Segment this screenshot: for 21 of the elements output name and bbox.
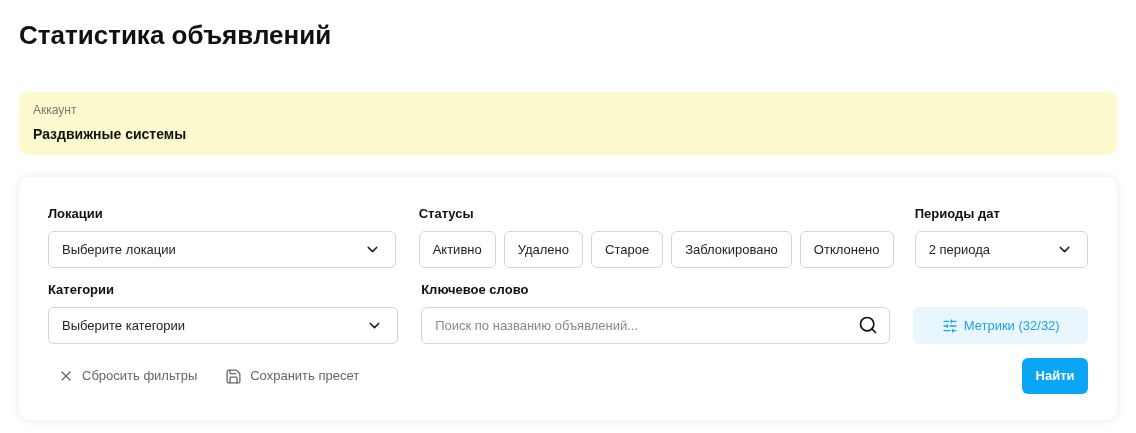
field-label: Локации — [48, 206, 104, 222]
account-label: Аккаунт — [33, 102, 77, 118]
field-label: Периоды дат — [914, 206, 1001, 222]
locations-select[interactable]: Выберите локации — [48, 231, 396, 268]
account-name: Раздвижные системы — [33, 125, 187, 144]
status-toggle[interactable]: Старое — [591, 231, 664, 268]
reset-filters-button[interactable]: Сбросить фильтры — [58, 366, 198, 386]
field-label: Статусы — [418, 206, 475, 222]
status-toggle[interactable]: Активно — [418, 231, 496, 268]
search-icon — [858, 315, 879, 335]
save-preset-button[interactable]: Сохранить пресет — [225, 366, 360, 386]
status-toggle[interactable]: Удалено — [503, 231, 583, 268]
status-toggle[interactable]: Заблокировано — [671, 231, 792, 268]
categories-select[interactable]: Выберите категории — [48, 307, 399, 344]
page-title: Статистика объявлений — [19, 19, 332, 52]
field-label: Ключевое слово — [421, 282, 530, 298]
status-toggle[interactable]: Отклонено — [799, 231, 894, 268]
keyword-search-field[interactable]: Поиск по названию объявлений... — [421, 307, 891, 344]
sliders-icon — [941, 317, 958, 334]
field-label: Категории — [48, 282, 116, 298]
date-periods-select[interactable]: 2 периода — [914, 231, 1088, 268]
